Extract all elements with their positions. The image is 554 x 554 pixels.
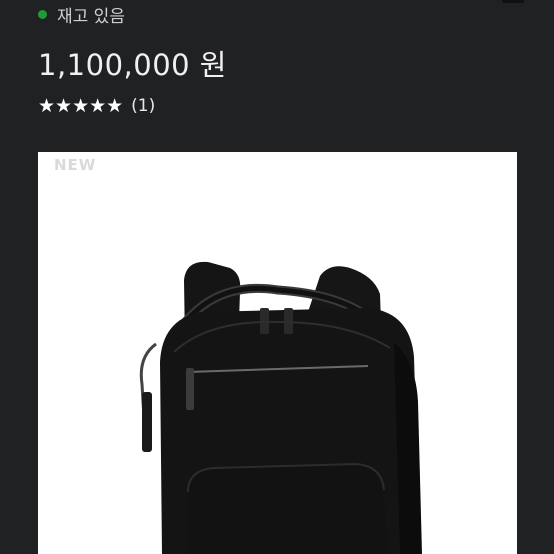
stock-label: 재고 있음 bbox=[57, 7, 125, 27]
rating-stars-icon: ★★★★★ bbox=[38, 94, 124, 117]
in-stock-dot-icon bbox=[38, 10, 47, 19]
review-count[interactable]: (1) bbox=[131, 96, 155, 116]
product-price: 1,100,000 원 bbox=[38, 48, 227, 82]
backpack-image bbox=[139, 261, 422, 554]
stock-status: 재고 있음 bbox=[38, 2, 125, 27]
top-edge-mark bbox=[502, 0, 524, 3]
product-image-card[interactable]: NEW bbox=[38, 152, 517, 554]
rating-row[interactable]: ★★★★★ (1) bbox=[38, 96, 155, 116]
new-badge: NEW bbox=[54, 156, 97, 174]
